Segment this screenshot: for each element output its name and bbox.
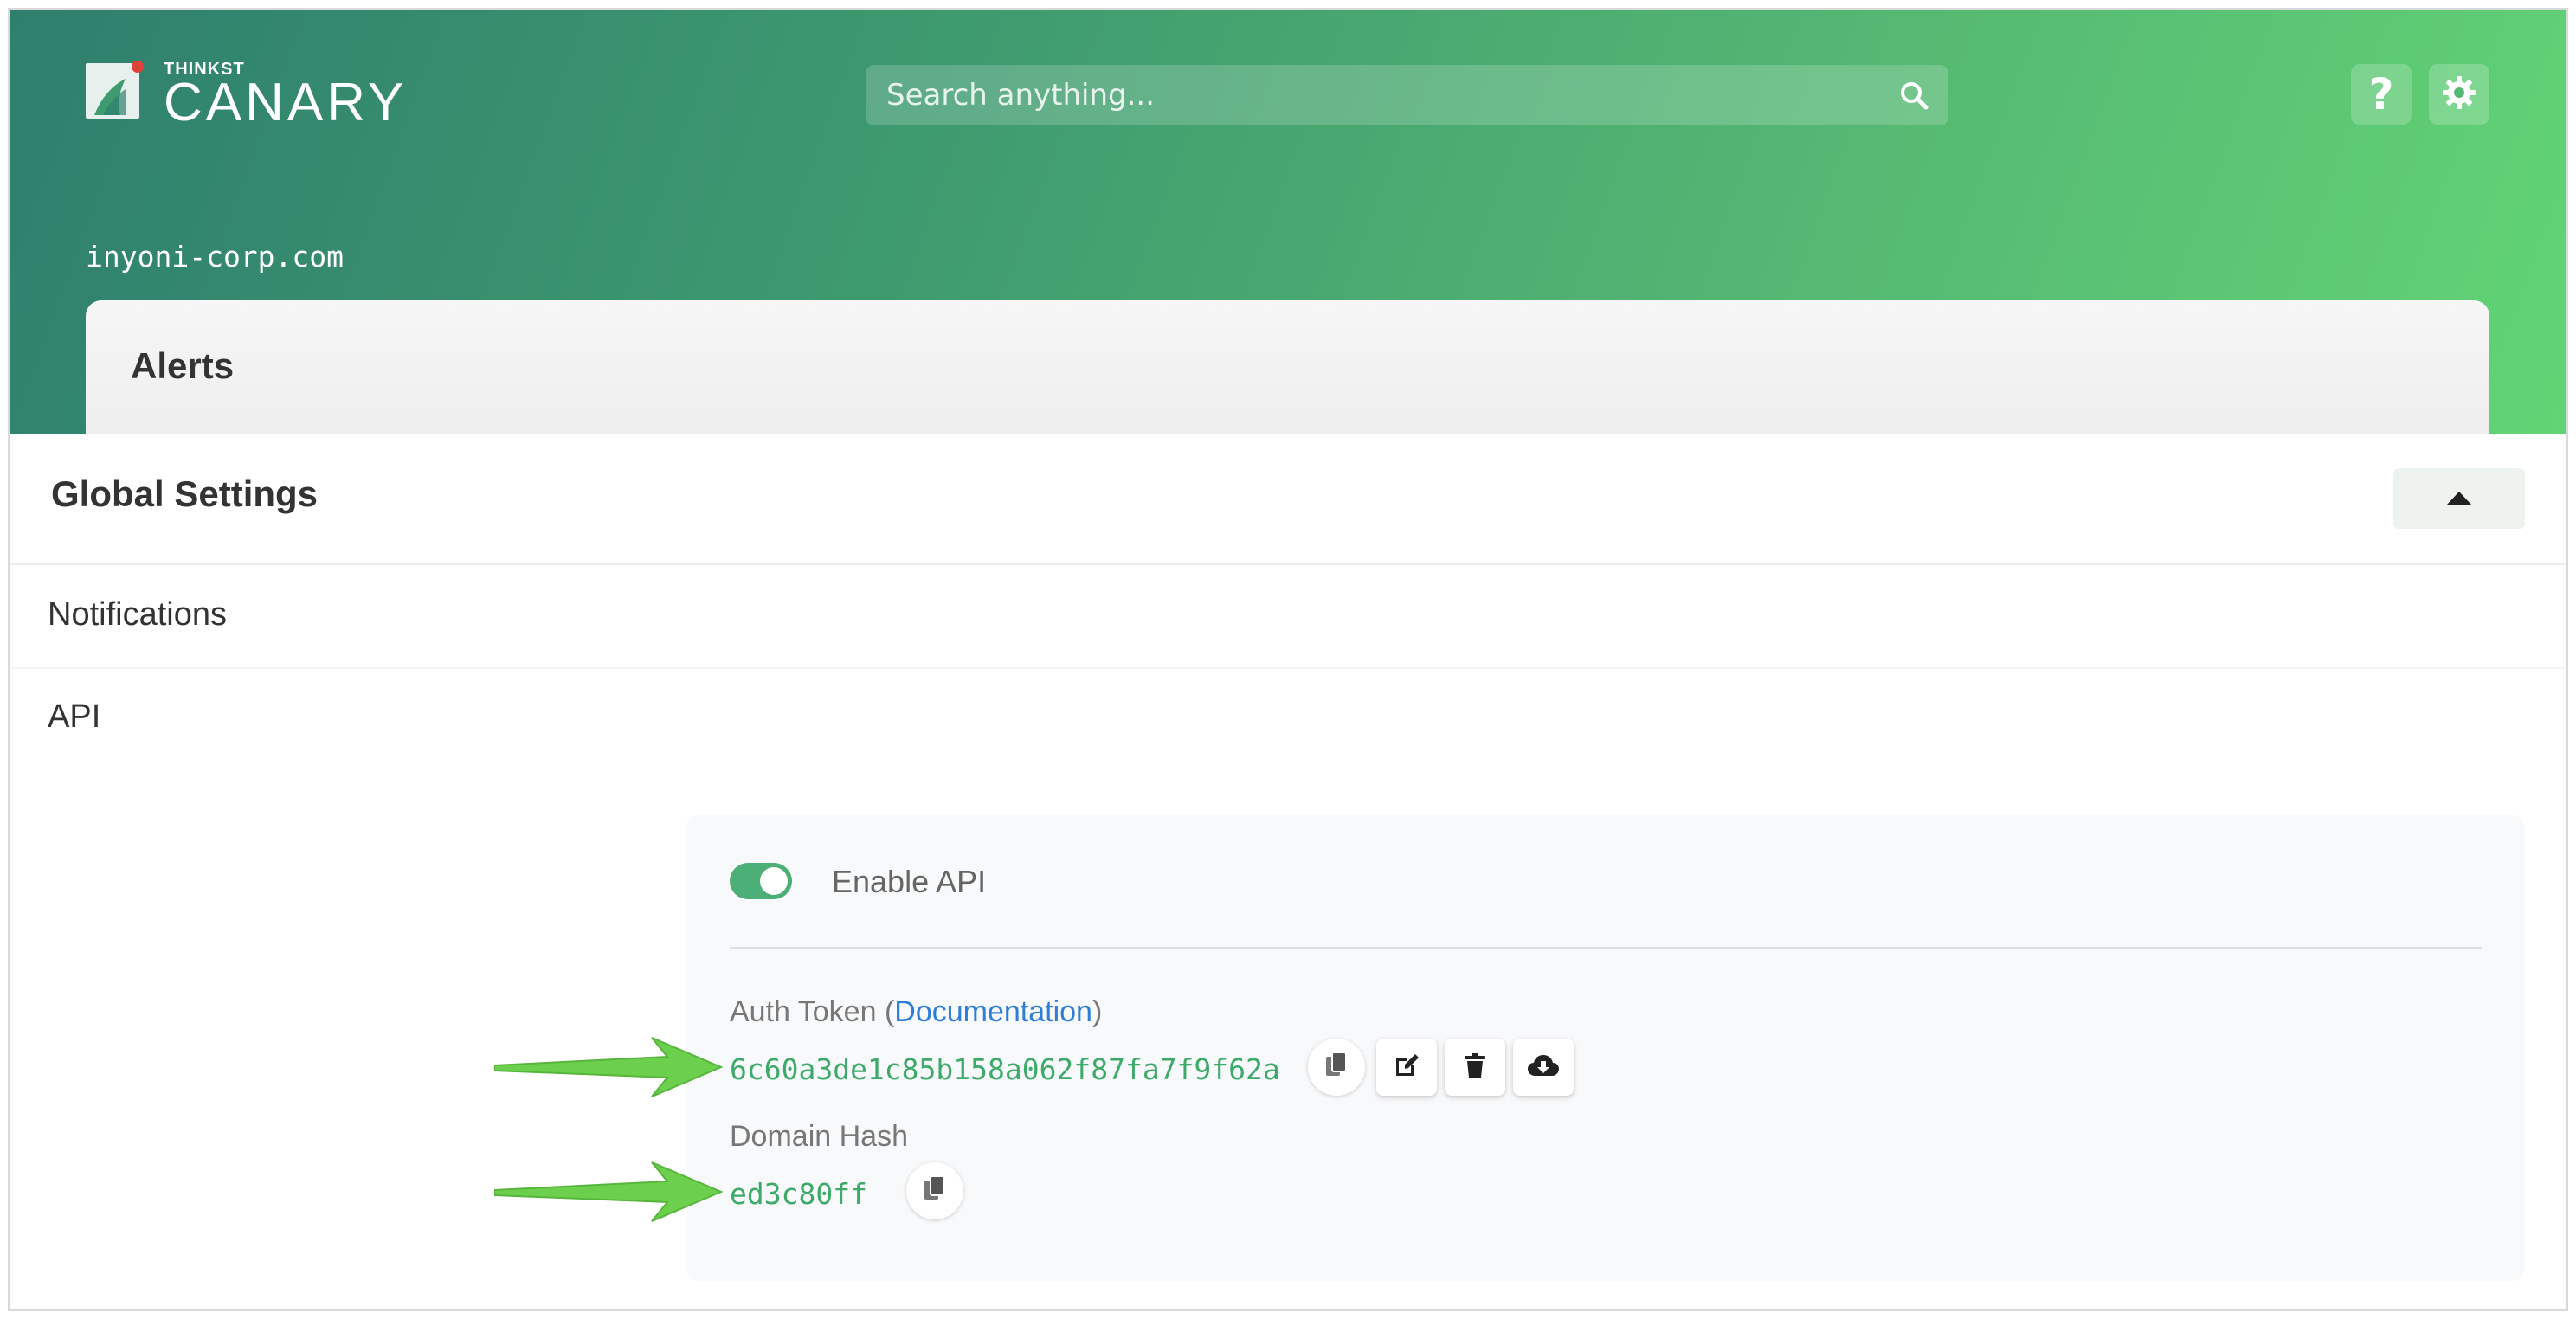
canary-bird-icon xyxy=(86,60,145,122)
canary-logo[interactable]: THINKST CANARY xyxy=(86,60,408,132)
notifications-section[interactable]: Notifications xyxy=(10,565,2566,669)
global-settings-panel: Global Settings Notifications API Enable… xyxy=(10,434,2566,1309)
header-bar: THINKST CANARY ? xyxy=(10,10,2566,473)
edit-icon xyxy=(1393,1052,1420,1084)
auth-token-label-close: ) xyxy=(1092,995,1103,1028)
toggle-knob xyxy=(760,867,788,895)
global-settings-title: Global Settings xyxy=(51,473,319,514)
question-icon: ? xyxy=(2368,69,2394,119)
arrow-pointer-icon xyxy=(494,1037,724,1097)
trash-icon xyxy=(1464,1052,1486,1083)
copy-icon xyxy=(1324,1051,1349,1084)
search-input[interactable] xyxy=(885,77,1898,113)
delete-token-button[interactable] xyxy=(1445,1039,1505,1096)
download-token-button[interactable] xyxy=(1513,1039,1574,1096)
notifications-label: Notifications xyxy=(48,596,227,633)
copy-hash-button[interactable] xyxy=(906,1162,963,1219)
search-bar xyxy=(866,65,1948,125)
domain-name: inyoni-corp.com xyxy=(86,240,345,273)
arrow-pointer-icon xyxy=(494,1161,724,1222)
gear-icon xyxy=(2442,75,2476,114)
api-label[interactable]: API xyxy=(48,698,100,736)
global-settings-header: Global Settings xyxy=(10,434,2566,565)
collapse-button[interactable] xyxy=(2393,468,2525,529)
cloud-download-icon xyxy=(1527,1053,1560,1082)
settings-button[interactable] xyxy=(2429,64,2489,125)
alerts-title: Alerts xyxy=(131,345,235,386)
auth-token-value: 6c60a3de1c85b158a062f87fa7f9f62a xyxy=(730,1052,1280,1086)
auth-token-label-text: Auth Token ( xyxy=(730,995,895,1028)
caret-up-icon xyxy=(2446,492,2472,505)
documentation-link[interactable]: Documentation xyxy=(894,995,1092,1028)
help-button[interactable]: ? xyxy=(2351,64,2412,125)
enable-api-label: Enable API xyxy=(832,864,987,899)
copy-icon xyxy=(923,1174,947,1207)
logo-canary-text: CANARY xyxy=(164,73,408,132)
domain-hash-value: ed3c80ff xyxy=(730,1177,867,1211)
copy-token-button[interactable] xyxy=(1308,1039,1365,1096)
api-settings-box: Enable API Auth Token (Documentation) 6c… xyxy=(686,815,2525,1281)
edit-token-button[interactable] xyxy=(1376,1039,1437,1096)
enable-api-toggle[interactable] xyxy=(730,863,792,899)
search-icon[interactable] xyxy=(1898,80,1929,111)
domain-hash-label: Domain Hash xyxy=(730,1120,908,1153)
auth-token-label: Auth Token (Documentation) xyxy=(730,995,1102,1029)
divider xyxy=(730,947,2482,949)
app-window: THINKST CANARY ? xyxy=(8,8,2568,1311)
